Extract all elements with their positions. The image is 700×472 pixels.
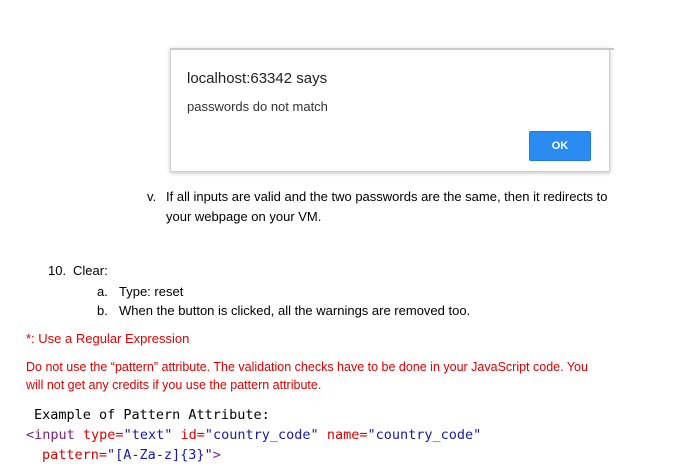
dialog-message: passwords do not match: [187, 99, 328, 114]
code-heading: Example of Pattern Attribute:: [34, 407, 270, 423]
code-line-2: pattern="[A-Za-z]{3}">: [42, 447, 221, 463]
code-name-attr: name=: [326, 427, 368, 443]
code-pattern-attr: pattern=: [42, 447, 108, 463]
code-type-value: "text": [123, 427, 173, 443]
pattern-note-line1: Do not use the “pattern” attribute. The …: [26, 360, 588, 374]
item-a-marker: a.: [97, 284, 108, 299]
item-b-text: When the button is clicked, all the warn…: [119, 303, 471, 318]
item-v-line1: If all inputs are valid and the two pass…: [166, 189, 608, 204]
item-v-line2: your webpage on your VM.: [166, 209, 322, 224]
code-type-attr: type=: [82, 427, 124, 443]
code-pattern-value: "[A-Za-z]{3}": [107, 447, 213, 463]
code-open-tag: <input: [26, 427, 75, 443]
code-id-attr: id=: [180, 427, 205, 443]
item-a-text: Type: reset: [119, 284, 184, 299]
item-v-marker: v.: [147, 189, 157, 204]
code-name-value: "country_code": [367, 427, 482, 443]
regex-note: *: Use a Regular Expression: [26, 331, 190, 346]
section-10-heading: Clear:: [73, 263, 108, 278]
section-10-marker: 10.: [48, 263, 67, 278]
ok-button[interactable]: OK: [529, 131, 591, 161]
item-b-marker: b.: [97, 303, 108, 318]
code-line-1: <input type="text" id="country_code" nam…: [26, 427, 481, 443]
dialog-top-border: [170, 48, 614, 50]
dialog-title: localhost:63342 says: [187, 70, 328, 87]
pattern-note-line2: will not get any credits if you use the …: [26, 378, 322, 392]
code-close-tag: >: [212, 447, 221, 463]
alert-dialog: localhost:63342 says passwords do not ma…: [170, 48, 614, 172]
code-id-value: "country_code": [204, 427, 319, 443]
